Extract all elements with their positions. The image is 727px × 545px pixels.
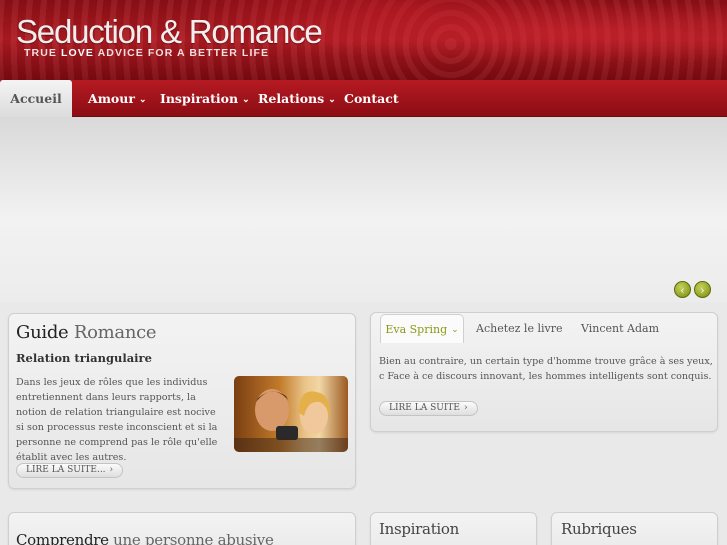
tab-label: Eva Spring: [385, 323, 448, 336]
couple-photo[interactable]: [234, 376, 348, 452]
read-more-label: LIRE LA SUITE...: [26, 465, 106, 475]
nav-item-contact[interactable]: Contact: [344, 80, 399, 117]
chevron-down-icon: ⌄: [138, 95, 147, 105]
guide-title-a: Guide: [16, 322, 69, 343]
nav-label: Amour: [88, 91, 135, 106]
tab-label: Vincent Adam: [581, 322, 659, 335]
tagline-part: ADVICE FOR A BETTER LIFE: [94, 47, 270, 59]
tab-label: Achetez le livre: [476, 322, 563, 335]
article-subtitle[interactable]: Relation triangulaire: [16, 351, 152, 365]
abuse-title-b: une personne abusive: [113, 531, 274, 545]
site-header: Seduction & Romance TRUE LOVE ADVICE FOR…: [0, 0, 727, 80]
abuse-title-a: Comprendre: [16, 531, 109, 545]
chevron-right-icon: ›: [463, 403, 468, 413]
guide-read-more-button[interactable]: LIRE LA SUITE... ›: [16, 463, 124, 478]
nav-label: Contact: [344, 91, 399, 106]
slider-prev-button[interactable]: ‹: [674, 281, 691, 298]
tab-eva-spring[interactable]: Eva Spring ⌄: [380, 314, 464, 343]
guide-title: Guide Romance: [16, 322, 157, 343]
tagline-accent: LOVE: [61, 47, 94, 59]
article-excerpt: Dans les jeux de rôles que les individus…: [16, 377, 218, 463]
nav-item-amour[interactable]: Amour ⌄: [88, 80, 146, 117]
nav-label: Relations: [258, 91, 325, 106]
abuse-article-title[interactable]: Comprendre une personne abusive: [16, 531, 274, 545]
couple-illustration: [234, 389, 348, 452]
chevron-down-icon: ⌄: [451, 325, 459, 335]
inspiration-panel-title: Inspiration: [379, 520, 460, 538]
slider-next-button[interactable]: ›: [694, 281, 711, 298]
main-nav: Accueil Amour ⌄ Inspiration ⌄ Relations ⌄ C…: [0, 80, 727, 117]
tab-read-more-button[interactable]: LIRE LA SUITE ›: [379, 401, 478, 416]
nav-label: Inspiration: [160, 91, 239, 106]
rubriques-panel-title: Rubriques: [561, 520, 637, 538]
nav-label: Accueil: [10, 91, 62, 106]
tab-vincent-adam[interactable]: Vincent Adam: [581, 314, 659, 343]
site-tagline: TRUE LOVE ADVICE FOR A BETTER LIFE: [24, 47, 269, 59]
read-more-label: LIRE LA SUITE: [389, 403, 460, 413]
tab-achetez-le-livre[interactable]: Achetez le livre: [476, 314, 562, 343]
nav-item-relations[interactable]: Relations ⌄: [258, 80, 336, 117]
nav-item-inspiration[interactable]: Inspiration ⌄: [160, 80, 250, 117]
chevron-down-icon: ⌄: [328, 95, 336, 105]
nav-item-accueil[interactable]: Accueil: [0, 80, 72, 117]
tab-content-text: Bien au contraire, un certain type d'hom…: [379, 356, 713, 382]
featured-slider: [0, 117, 727, 302]
tagline-part: TRUE: [24, 47, 61, 59]
chevron-down-icon: ⌄: [242, 95, 250, 105]
chevron-right-icon: ›: [109, 465, 114, 475]
site-logo[interactable]: Seduction & Romance: [16, 13, 323, 51]
guide-title-b: Romance: [73, 322, 157, 343]
